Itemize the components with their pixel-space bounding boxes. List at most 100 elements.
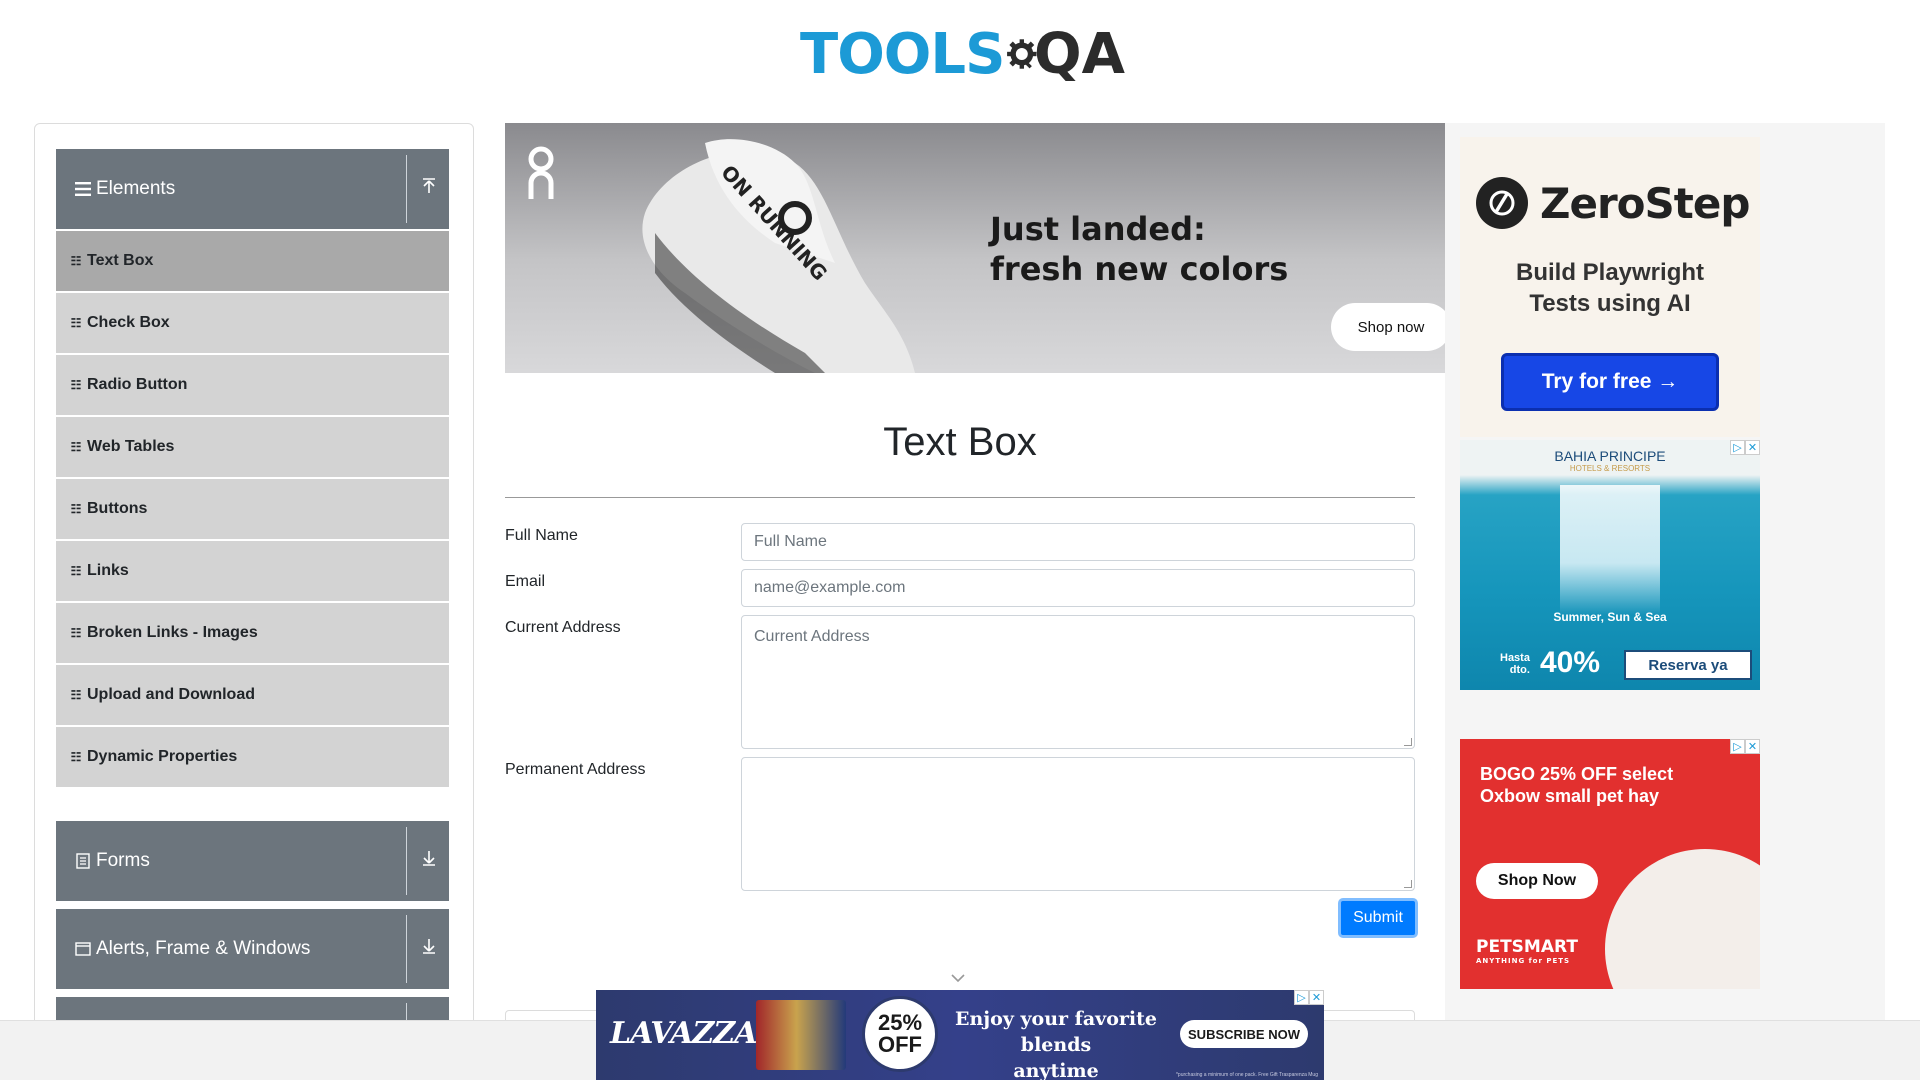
ad-choices[interactable]: ▷ ✕	[1730, 440, 1760, 455]
item-icon: ☷	[70, 564, 82, 578]
bahia-hasta-1: Hasta	[1500, 652, 1530, 664]
bahia-principe-logo: BAHIA PRINCIPE HOTELS & RESORTS	[1460, 448, 1760, 473]
group-alerts-frame-windows: Alerts, Frame & Windows	[56, 909, 449, 989]
headline-line-1: Just landed:	[990, 210, 1206, 248]
menu-item-label: Links	[87, 562, 129, 579]
divider	[406, 827, 407, 895]
headline-line-2: fresh new colors	[990, 250, 1289, 288]
full-name-input[interactable]: Full Name	[741, 523, 1415, 561]
shop-now-button[interactable]: Shop Now	[1476, 863, 1598, 899]
menu-item-upload-download[interactable]: ☷ Upload and Download	[56, 663, 449, 725]
ad-choices[interactable]: ▷ ✕	[1730, 739, 1760, 754]
resize-handle-icon[interactable]	[1404, 880, 1412, 888]
permanent-address-textarea[interactable]	[741, 757, 1415, 891]
bahia-percent: 40%	[1540, 646, 1601, 679]
menu-item-label: Check Box	[87, 314, 170, 331]
close-ad-icon[interactable]: ✕	[1309, 990, 1324, 1005]
bahia-tagline: Summer, Sun & Sea	[1553, 610, 1667, 624]
fine-print: *purchasing a minimum of one pack. Free …	[1175, 1072, 1318, 1078]
header: TOOLS QA	[0, 0, 1920, 100]
full-name-placeholder: Full Name	[754, 533, 827, 550]
lavazza-headline: Enjoy your favorite blends anytime	[946, 1006, 1166, 1080]
group-title: Elements	[96, 178, 176, 199]
adchoices-icon[interactable]: ▷	[1294, 990, 1309, 1005]
item-icon: ☷	[70, 626, 82, 640]
zerostep-tagline: Build Playwright Tests using AI	[1460, 257, 1760, 319]
ad-choices[interactable]: ▷ ✕	[1294, 990, 1324, 1005]
menu-item-buttons[interactable]: ☷ Buttons	[56, 477, 449, 539]
toolsqa-logo[interactable]: TOOLS QA	[800, 14, 1125, 94]
item-icon: ☷	[70, 316, 82, 330]
document-icon	[74, 852, 92, 870]
subscribe-now-button[interactable]: SUBSCRIBE NOW	[1180, 1020, 1308, 1048]
page-title: Text Box	[883, 420, 1037, 464]
chinchilla-image	[1605, 849, 1760, 989]
window-icon	[74, 940, 92, 958]
menu-item-label: Upload and Download	[87, 686, 255, 703]
email-input[interactable]: name@example.com	[741, 569, 1415, 607]
bahia-brand-sub: HOTELS & RESORTS	[1569, 464, 1651, 473]
close-ad-icon[interactable]: ✕	[1745, 739, 1760, 754]
bahia-principe-ad[interactable]: BAHIA PRINCIPE HOTELS & RESORTS Summer, …	[1460, 440, 1760, 690]
menu-item-radio-button[interactable]: ☷ Radio Button	[56, 353, 449, 415]
discount-badge: 25% OFF	[862, 996, 938, 1072]
current-address-label: Current Address	[505, 619, 621, 636]
menu-item-label: Broken Links - Images	[87, 624, 258, 641]
lavazza-text-1: Enjoy your favorite blends	[955, 1008, 1157, 1056]
expand-arrow-icon[interactable]	[419, 849, 439, 873]
bahia-hasta-2: dto.	[1509, 664, 1530, 676]
divider	[406, 155, 407, 223]
chevron-down-icon[interactable]	[950, 970, 966, 986]
on-running-ad[interactable]: ON RUNNING Just landed: fresh new colors…	[505, 123, 1445, 373]
logo-tools-text: TOOLS	[800, 21, 1005, 87]
current-address-textarea[interactable]: Current Address	[741, 615, 1415, 749]
close-ad-icon[interactable]: ✕	[1745, 440, 1760, 455]
petsmart-ad[interactable]: BOGO 25% OFF select Oxbow small pet hay …	[1460, 739, 1760, 989]
menu-item-check-box[interactable]: ☷ Check Box	[56, 291, 449, 353]
badge-percent: 25%	[877, 1010, 923, 1035]
left-sidebar: Elements ☷ Text Box ☷ Check Box ☷ Radio But…	[34, 123, 474, 1053]
adchoices-icon[interactable]: ▷	[1730, 739, 1745, 754]
zerostep-mark-icon	[1476, 177, 1528, 229]
item-icon: ☷	[70, 750, 82, 764]
full-name-label: Full Name	[505, 527, 578, 544]
group-header-alerts[interactable]: Alerts, Frame & Windows	[56, 909, 449, 989]
lavazza-logo: LAVAZZA	[610, 1016, 757, 1051]
submit-button[interactable]: Submit	[1338, 898, 1418, 938]
coffee-products-image	[756, 1000, 846, 1070]
expand-arrow-icon[interactable]	[419, 937, 439, 961]
resize-handle-icon[interactable]	[1404, 738, 1412, 746]
menu-item-dynamic-properties[interactable]: ☷ Dynamic Properties	[56, 725, 449, 787]
email-label: Email	[505, 573, 546, 590]
menu-item-text-box[interactable]: ☷ Text Box	[56, 229, 449, 291]
zerostep-tagline-1: Build Playwright	[1515, 259, 1704, 286]
zerostep-name: ZeroStep	[1540, 178, 1750, 228]
badge-off: OFF	[878, 1032, 922, 1057]
group-header-elements[interactable]: Elements	[56, 149, 449, 229]
divider	[406, 915, 407, 983]
menu-item-web-tables[interactable]: ☷ Web Tables	[56, 415, 449, 477]
menu-item-links[interactable]: ☷ Links	[56, 539, 449, 601]
petsmart-headline-2: Oxbow small pet hay	[1480, 786, 1660, 806]
petsmart-brand-sub: ANYTHING for PETS	[1476, 957, 1571, 965]
lavazza-text-2: anytime	[1013, 1060, 1099, 1080]
try-for-free-button[interactable]: Try for free →	[1501, 353, 1719, 411]
zerostep-ad[interactable]: ZeroStep Build Playwright Tests using AI…	[1460, 137, 1760, 437]
group-header-forms[interactable]: Forms	[56, 821, 449, 901]
on-brand-logo	[527, 145, 555, 202]
ad-headline: Just landed: fresh new colors	[990, 209, 1288, 289]
group-elements: Elements ☷ Text Box ☷ Check Box ☷ Radio But…	[56, 149, 449, 787]
logo-qa-text: QA	[1034, 21, 1125, 87]
group-title: Alerts, Frame & Windows	[96, 938, 311, 959]
collapse-arrow-icon[interactable]	[419, 177, 439, 201]
reserva-ya-button[interactable]: Reserva ya	[1624, 650, 1752, 680]
petsmart-brand: PETSMART	[1476, 937, 1578, 957]
lavazza-ad[interactable]: LAVAZZA 25% OFF Enjoy your favorite blen…	[596, 990, 1324, 1080]
hamburger-icon	[74, 180, 92, 198]
menu-item-broken-links[interactable]: ☷ Broken Links - Images	[56, 601, 449, 663]
adchoices-icon[interactable]: ▷	[1730, 440, 1745, 455]
title-divider	[505, 497, 1415, 498]
shoe-image: ON RUNNING	[642, 139, 915, 373]
shop-now-button[interactable]: Shop now	[1331, 303, 1445, 351]
bahia-hasta: Hasta dto.	[1500, 652, 1530, 676]
